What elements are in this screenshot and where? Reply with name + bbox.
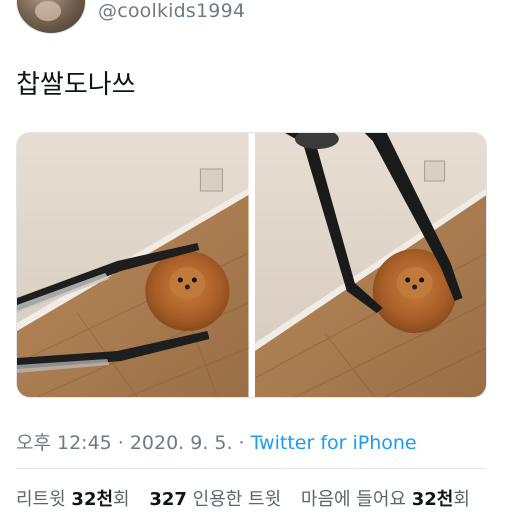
likes-suffix: 회: [453, 489, 470, 510]
photo-right[interactable]: [254, 133, 486, 397]
quotes-label: 인용한 트윗: [192, 489, 282, 510]
photo-dog-tongs-horizontal: [17, 133, 249, 397]
avatar[interactable]: [16, 0, 86, 34]
tweet-stats: 리트윗 32천회 327 인용한 트윗 마음에 들어요 32천회: [16, 485, 470, 511]
user-handle[interactable]: @coolkids1994: [98, 0, 245, 22]
media-grid: [16, 132, 487, 398]
tweet-source-link[interactable]: Twitter for iPhone: [251, 432, 417, 454]
retweets-suffix: 회: [113, 489, 130, 510]
quotes-count: 327: [149, 489, 187, 510]
quotes-stat[interactable]: 327 인용한 트윗: [149, 489, 281, 510]
meta-separator-2: ·: [238, 432, 245, 454]
likes-label: 마음에 들어요: [300, 489, 406, 510]
retweets-count: 32천: [71, 489, 114, 510]
likes-count: 32천: [411, 489, 454, 510]
meta-separator: ·: [117, 432, 124, 454]
tweet-meta: 오후 12:45 · 2020. 9. 5. · Twitter for iPhone: [16, 428, 417, 455]
tweet-time[interactable]: 오후 12:45: [16, 432, 112, 454]
tweet-detail: @coolkids1994 찹쌀도나쓰 오후 12:45 · 2020. 9. …: [0, 0, 506, 518]
likes-stat[interactable]: 마음에 들어요 32천회: [301, 489, 470, 510]
tweet-text: 찹쌀도나쓰: [16, 70, 136, 100]
tweet-date[interactable]: 2020. 9. 5.: [130, 432, 233, 454]
retweets-stat[interactable]: 리트윗 32천회: [16, 489, 130, 510]
photo-left[interactable]: [17, 133, 249, 397]
photo-dog-tongs-vertical: [254, 133, 486, 397]
retweets-label: 리트윗: [16, 489, 66, 510]
divider: [16, 468, 485, 469]
